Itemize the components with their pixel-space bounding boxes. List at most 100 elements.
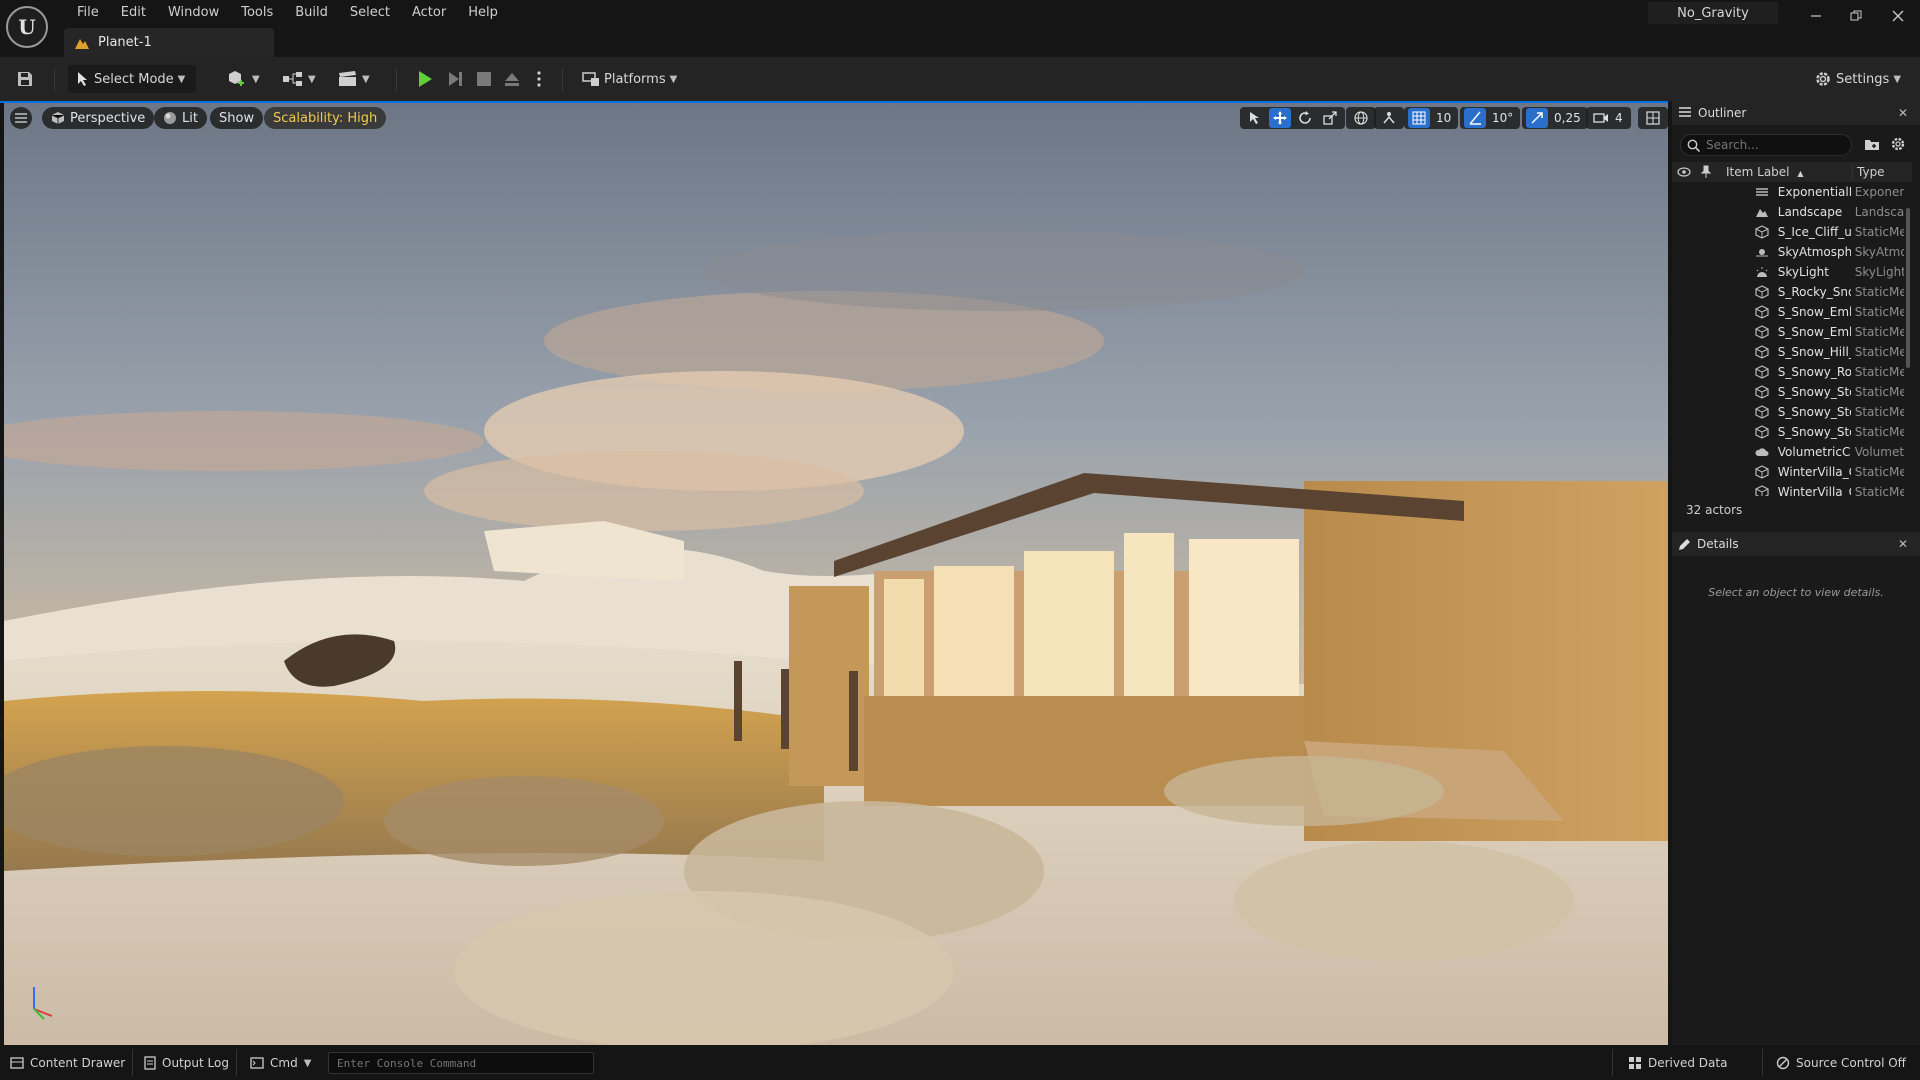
sort-ascending-icon: ▲ bbox=[1797, 169, 1804, 178]
details-tab[interactable]: Details ✕ bbox=[1672, 532, 1920, 556]
outliner-row[interactable]: S_Snow_EmbankmentStaticMeshActor bbox=[1672, 322, 1904, 342]
select-mode-dropdown[interactable]: Select Mode ▼ bbox=[68, 65, 196, 93]
cmd-dropdown[interactable]: Cmd ▼ bbox=[250, 1053, 311, 1073]
grid-snap-value[interactable]: 10 bbox=[1433, 111, 1454, 125]
close-window-button[interactable] bbox=[1878, 2, 1918, 30]
viewport-layout-button[interactable] bbox=[1638, 107, 1668, 129]
derived-data-icon bbox=[1628, 1056, 1642, 1070]
outliner-search-input[interactable] bbox=[1706, 138, 1836, 152]
scalability-warning-button[interactable]: Scalability: High bbox=[264, 107, 387, 129]
menu-tools[interactable]: Tools bbox=[230, 2, 284, 24]
blueprint-button[interactable]: ▼ bbox=[282, 65, 316, 93]
outliner-tab[interactable]: Outliner ✕ bbox=[1672, 101, 1920, 125]
minimize-button[interactable] bbox=[1796, 2, 1836, 30]
rotation-snap-toggle[interactable]: 10° bbox=[1460, 107, 1521, 129]
chevron-down-icon: ▼ bbox=[177, 73, 186, 85]
more-vertical-icon bbox=[536, 70, 542, 88]
stop-button[interactable] bbox=[476, 65, 492, 93]
content-drawer-button[interactable]: Content Drawer bbox=[10, 1053, 125, 1073]
close-icon[interactable]: ✕ bbox=[1898, 537, 1908, 551]
unreal-logo-icon[interactable]: U bbox=[6, 6, 48, 48]
camera-speed-button[interactable]: 4 bbox=[1586, 107, 1631, 129]
outliner-row[interactable]: S_Ice_Cliff_uStaticMeshActor bbox=[1672, 222, 1904, 242]
save-button[interactable] bbox=[16, 65, 34, 93]
toolbar-separator bbox=[562, 69, 563, 91]
viewport-focus-border bbox=[0, 101, 1668, 103]
menu-window[interactable]: Window bbox=[157, 2, 230, 24]
outliner-row[interactable]: S_Snow_EmbankmentStaticMeshActor bbox=[1672, 302, 1904, 322]
scale-snap-value[interactable]: 0,25 bbox=[1551, 111, 1584, 125]
play-icon bbox=[416, 70, 434, 88]
scale-tool-button[interactable] bbox=[1319, 108, 1341, 128]
output-log-button[interactable]: Output Log bbox=[144, 1053, 229, 1073]
source-control-button[interactable]: Source Control Off bbox=[1776, 1053, 1906, 1073]
surface-snap-toggle[interactable] bbox=[1374, 107, 1404, 129]
eye-icon[interactable] bbox=[1676, 167, 1692, 177]
outliner-row[interactable]: S_Snowy_StoneStaticMeshActor bbox=[1672, 402, 1904, 422]
outliner-row-label: S_Rocky_Snow bbox=[1777, 285, 1851, 299]
platforms-dropdown[interactable]: Platforms ▼ bbox=[582, 65, 677, 93]
type-header[interactable]: Type bbox=[1852, 165, 1885, 179]
step-forward-button[interactable] bbox=[446, 65, 464, 93]
toolbar-separator bbox=[396, 69, 397, 91]
item-label-column[interactable]: Item Label ▲ bbox=[1726, 165, 1846, 179]
menu-build[interactable]: Build bbox=[284, 2, 339, 24]
outliner-row[interactable]: SkyLight SkyLight bbox=[1672, 262, 1904, 282]
outliner-settings-button[interactable] bbox=[1890, 136, 1906, 152]
settings-dropdown[interactable]: Settings ▼ bbox=[1814, 65, 1901, 93]
add-folder-button[interactable] bbox=[1864, 136, 1880, 152]
outliner-scrollbar[interactable] bbox=[1906, 208, 1910, 368]
document-tab-planet[interactable]: Planet-1 bbox=[64, 28, 274, 57]
details-title: Details bbox=[1697, 537, 1739, 551]
content-drawer-icon bbox=[10, 1057, 24, 1069]
perspective-button[interactable]: Perspective bbox=[42, 107, 155, 129]
cinematics-button[interactable]: ▼ bbox=[338, 65, 370, 93]
outliner-row[interactable]: S_Rocky_SnowStaticMeshActor bbox=[1672, 282, 1904, 302]
outliner-row[interactable]: SkyAtmosphereSkyAtmosphere bbox=[1672, 242, 1904, 262]
outliner-row[interactable]: VolumetricCloudVolumetricCloud bbox=[1672, 442, 1904, 462]
menu-help[interactable]: Help bbox=[457, 2, 509, 24]
perspective-label: Perspective bbox=[70, 110, 146, 126]
derived-data-button[interactable]: Derived Data bbox=[1628, 1053, 1727, 1073]
outliner-row-label: WinterVilla_C bbox=[1777, 485, 1851, 496]
play-button[interactable] bbox=[416, 65, 434, 93]
chevron-down-icon: ▼ bbox=[669, 73, 678, 85]
add-actor-button[interactable]: ▼ bbox=[226, 65, 260, 93]
outliner-row[interactable]: ExponentialHeightFogExponentialHeightFog bbox=[1672, 182, 1904, 202]
show-flags-button[interactable]: Show bbox=[210, 107, 264, 129]
outliner-row[interactable]: WinterVilla_CStaticMeshActor bbox=[1672, 462, 1904, 482]
menu-select[interactable]: Select bbox=[339, 2, 401, 24]
static-mesh-icon bbox=[1754, 425, 1770, 439]
console-command-input[interactable] bbox=[328, 1052, 594, 1074]
outliner-row[interactable]: Landscape Landscape bbox=[1672, 202, 1904, 222]
outliner-row[interactable]: WinterVilla_CStaticMeshActor bbox=[1672, 482, 1904, 496]
viewport-options-button[interactable] bbox=[10, 107, 32, 129]
world-local-toggle[interactable] bbox=[1346, 107, 1376, 129]
stop-icon bbox=[476, 71, 492, 87]
rotation-snap-value[interactable]: 10° bbox=[1489, 111, 1516, 125]
scale-snap-toggle[interactable]: 0,25 bbox=[1522, 107, 1588, 129]
pencil-icon bbox=[1678, 538, 1691, 551]
outliner-row[interactable]: S_Snowy_RockStaticMeshActor bbox=[1672, 362, 1904, 382]
menu-edit[interactable]: Edit bbox=[110, 2, 157, 24]
outliner-row[interactable]: S_Snowy_StoneStaticMeshActor bbox=[1672, 382, 1904, 402]
outliner-row[interactable]: S_Snowy_StoneStaticMeshActor bbox=[1672, 422, 1904, 442]
translate-tool-button[interactable] bbox=[1269, 108, 1291, 128]
statusbar-separator bbox=[132, 1049, 133, 1076]
level-viewport[interactable] bbox=[4, 101, 1668, 1045]
menu-file[interactable]: File bbox=[66, 2, 110, 24]
outliner-row-type: StaticMeshActor bbox=[1854, 465, 1904, 479]
rotate-tool-button[interactable] bbox=[1294, 108, 1316, 128]
outliner-row[interactable]: S_Snow_Hill_StaticMeshActor bbox=[1672, 342, 1904, 362]
restore-button[interactable] bbox=[1836, 2, 1876, 30]
main-toolbar: Select Mode ▼ ▼ ▼ ▼ Platforms ▼ Settings… bbox=[0, 57, 1920, 101]
pin-icon[interactable] bbox=[1698, 165, 1714, 179]
menu-actor[interactable]: Actor bbox=[401, 2, 457, 24]
play-options-button[interactable] bbox=[536, 65, 542, 93]
select-tool-button[interactable] bbox=[1244, 108, 1266, 128]
grid-snap-toggle[interactable]: 10 bbox=[1404, 107, 1459, 129]
view-mode-lit-button[interactable]: Lit bbox=[154, 107, 207, 129]
eject-button[interactable] bbox=[503, 65, 521, 93]
eject-icon bbox=[503, 71, 521, 87]
close-icon[interactable]: ✕ bbox=[1898, 106, 1908, 120]
